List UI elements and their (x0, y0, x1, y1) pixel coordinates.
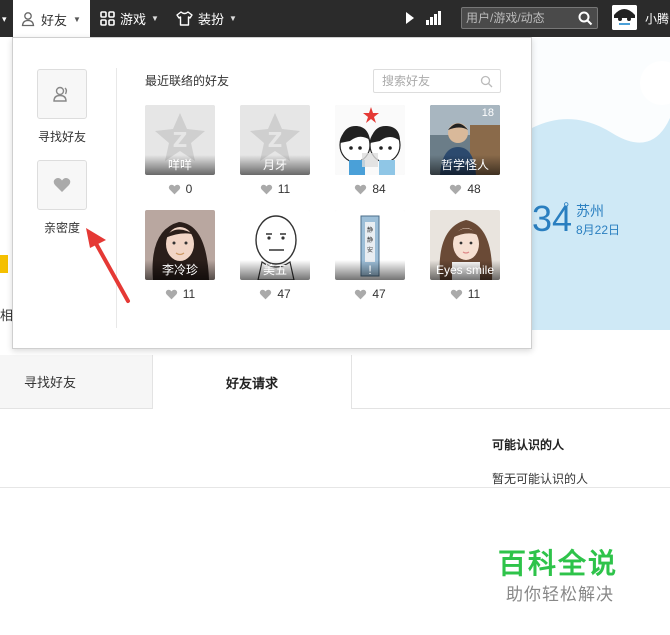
grid-icon (100, 11, 115, 26)
nav-friends-label: 好友 (41, 12, 68, 28)
add-friend-icon (53, 86, 68, 102)
global-search-input[interactable] (466, 9, 574, 27)
friend-card[interactable]: 18 哲学怪人 48 (430, 105, 500, 196)
caret-down-icon[interactable]: ▾ (2, 14, 7, 25)
friend-name: 咩咩 (145, 155, 215, 175)
friend-card[interactable]: Z 咩咩 0 (145, 105, 215, 196)
caret-down-icon: ▼ (229, 14, 237, 23)
find-friends-button[interactable] (37, 69, 87, 119)
svg-text:Z: Z (173, 128, 188, 152)
friend-intimacy: 11 (240, 182, 310, 196)
friend-avatar[interactable]: 李冷珍 (145, 210, 215, 280)
friend-card[interactable]: 李冷珍 11 (145, 210, 215, 301)
friend-avatar[interactable]: 美五 (240, 210, 310, 280)
friend-name: Eyes smile (430, 260, 500, 280)
heart-icon (355, 289, 367, 299)
tab-find-friends[interactable]: 寻找好友 (0, 355, 152, 408)
friend-card[interactable]: 静 静 安 ! 47 (335, 210, 405, 301)
heart-icon (260, 184, 272, 194)
friend-name: ! (335, 260, 405, 280)
heart-icon (260, 289, 272, 299)
friend-intimacy: 48 (430, 182, 500, 196)
intimacy-button[interactable] (37, 160, 87, 210)
find-friends-label[interactable]: 寻找好友 (38, 128, 86, 145)
intimacy-value: 11 (467, 287, 481, 301)
left-tag (0, 255, 8, 273)
friend-card[interactable]: Eyes smile 11 (430, 210, 500, 301)
username[interactable]: 小腾 (645, 10, 669, 27)
friend-intimacy: 11 (430, 287, 500, 301)
nav-games[interactable]: 游戏 ▼ (100, 0, 159, 37)
intimacy-value: 84 (372, 182, 386, 196)
friend-card[interactable]: Z 月牙 11 (240, 105, 310, 196)
friend-avatar[interactable]: Z 咩咩 (145, 105, 215, 175)
search-icon[interactable] (480, 75, 493, 88)
friend-card[interactable]: 美五 47 (240, 210, 310, 301)
user-icon (21, 12, 35, 27)
avatar[interactable] (612, 5, 637, 30)
intimacy-value: 47 (372, 287, 386, 301)
svg-text:Z: Z (268, 128, 283, 152)
friend-name: 月牙 (240, 155, 310, 175)
friend-name: 李冷珍 (145, 260, 215, 280)
friend-badge-number: 18 (481, 107, 494, 119)
divider (0, 487, 670, 488)
annotation-arrow-icon (86, 228, 130, 303)
heart-icon (165, 289, 177, 299)
friend-intimacy: 47 (240, 287, 310, 301)
heart-icon (168, 184, 180, 194)
friend-intimacy: 84 (335, 182, 405, 196)
friend-intimacy: 11 (145, 287, 215, 301)
friend-name: 哲学怪人 (430, 155, 500, 175)
heart-icon (450, 289, 462, 299)
intimacy-value: 0 (185, 182, 193, 196)
nav-dressup[interactable]: 装扮 ▼ (176, 0, 237, 37)
global-search (461, 7, 598, 29)
weather-date: 8月22日 (576, 223, 621, 237)
intimacy-value: 11 (277, 182, 291, 196)
people-you-may-know-title: 可能认识的人 (492, 438, 565, 452)
intimacy-value: 47 (277, 287, 291, 301)
watermark-subtitle: 助你轻松解决 (506, 585, 614, 604)
nav-games-label: 游戏 (120, 12, 147, 27)
friend-search-input[interactable] (382, 73, 476, 89)
friend-intimacy: 47 (335, 287, 405, 301)
caret-down-icon: ▼ (73, 14, 81, 24)
people-you-may-know-empty: 暂无可能认识的人 (492, 472, 589, 486)
friend-name (335, 155, 405, 175)
weather-banner (532, 38, 670, 330)
heart-icon (450, 184, 462, 194)
friend-avatar[interactable] (335, 105, 405, 175)
watermark-title: 百科全说 (498, 548, 619, 579)
friend-intimacy: 0 (145, 182, 215, 196)
friends-tabs: 寻找好友 好友请求 (0, 355, 670, 409)
heart-icon (53, 178, 71, 192)
svg-text:静: 静 (367, 226, 373, 234)
top-navigation-bar: ▾ 好友 ▼ 游戏 ▼ 装扮 ▼ 用户/游戏/动态 小腾 (0, 0, 670, 38)
friend-avatar[interactable]: Z 月牙 (240, 105, 310, 175)
signal-bars-icon[interactable] (426, 11, 442, 25)
weather-degree: ° (563, 200, 570, 217)
play-icon[interactable] (404, 11, 416, 25)
friend-name: 美五 (240, 260, 310, 280)
tab-friend-requests[interactable]: 好友请求 (152, 355, 352, 409)
caret-down-icon: ▼ (151, 14, 159, 23)
intimacy-value: 48 (467, 182, 481, 196)
friend-card[interactable]: 84 (335, 105, 405, 196)
svg-text:安: 安 (367, 246, 373, 254)
tshirt-icon (176, 11, 193, 26)
recent-friends-title: 最近联络的好友 (145, 74, 230, 88)
intimacy-value: 11 (182, 287, 196, 301)
friend-avatar[interactable]: 18 哲学怪人 (430, 105, 500, 175)
weather-city: 苏州 (576, 203, 604, 219)
intimacy-label[interactable]: 亲密度 (44, 219, 80, 236)
friend-search (373, 69, 501, 93)
search-icon[interactable] (578, 11, 593, 26)
nav-dressup-label: 装扮 (198, 12, 225, 27)
friend-avatar[interactable]: Eyes smile (430, 210, 500, 280)
friend-avatar[interactable]: 静 静 安 ! (335, 210, 405, 280)
svg-text:静: 静 (367, 236, 373, 244)
nav-friends[interactable]: 好友 ▼ (13, 0, 90, 38)
heart-icon (355, 184, 367, 194)
